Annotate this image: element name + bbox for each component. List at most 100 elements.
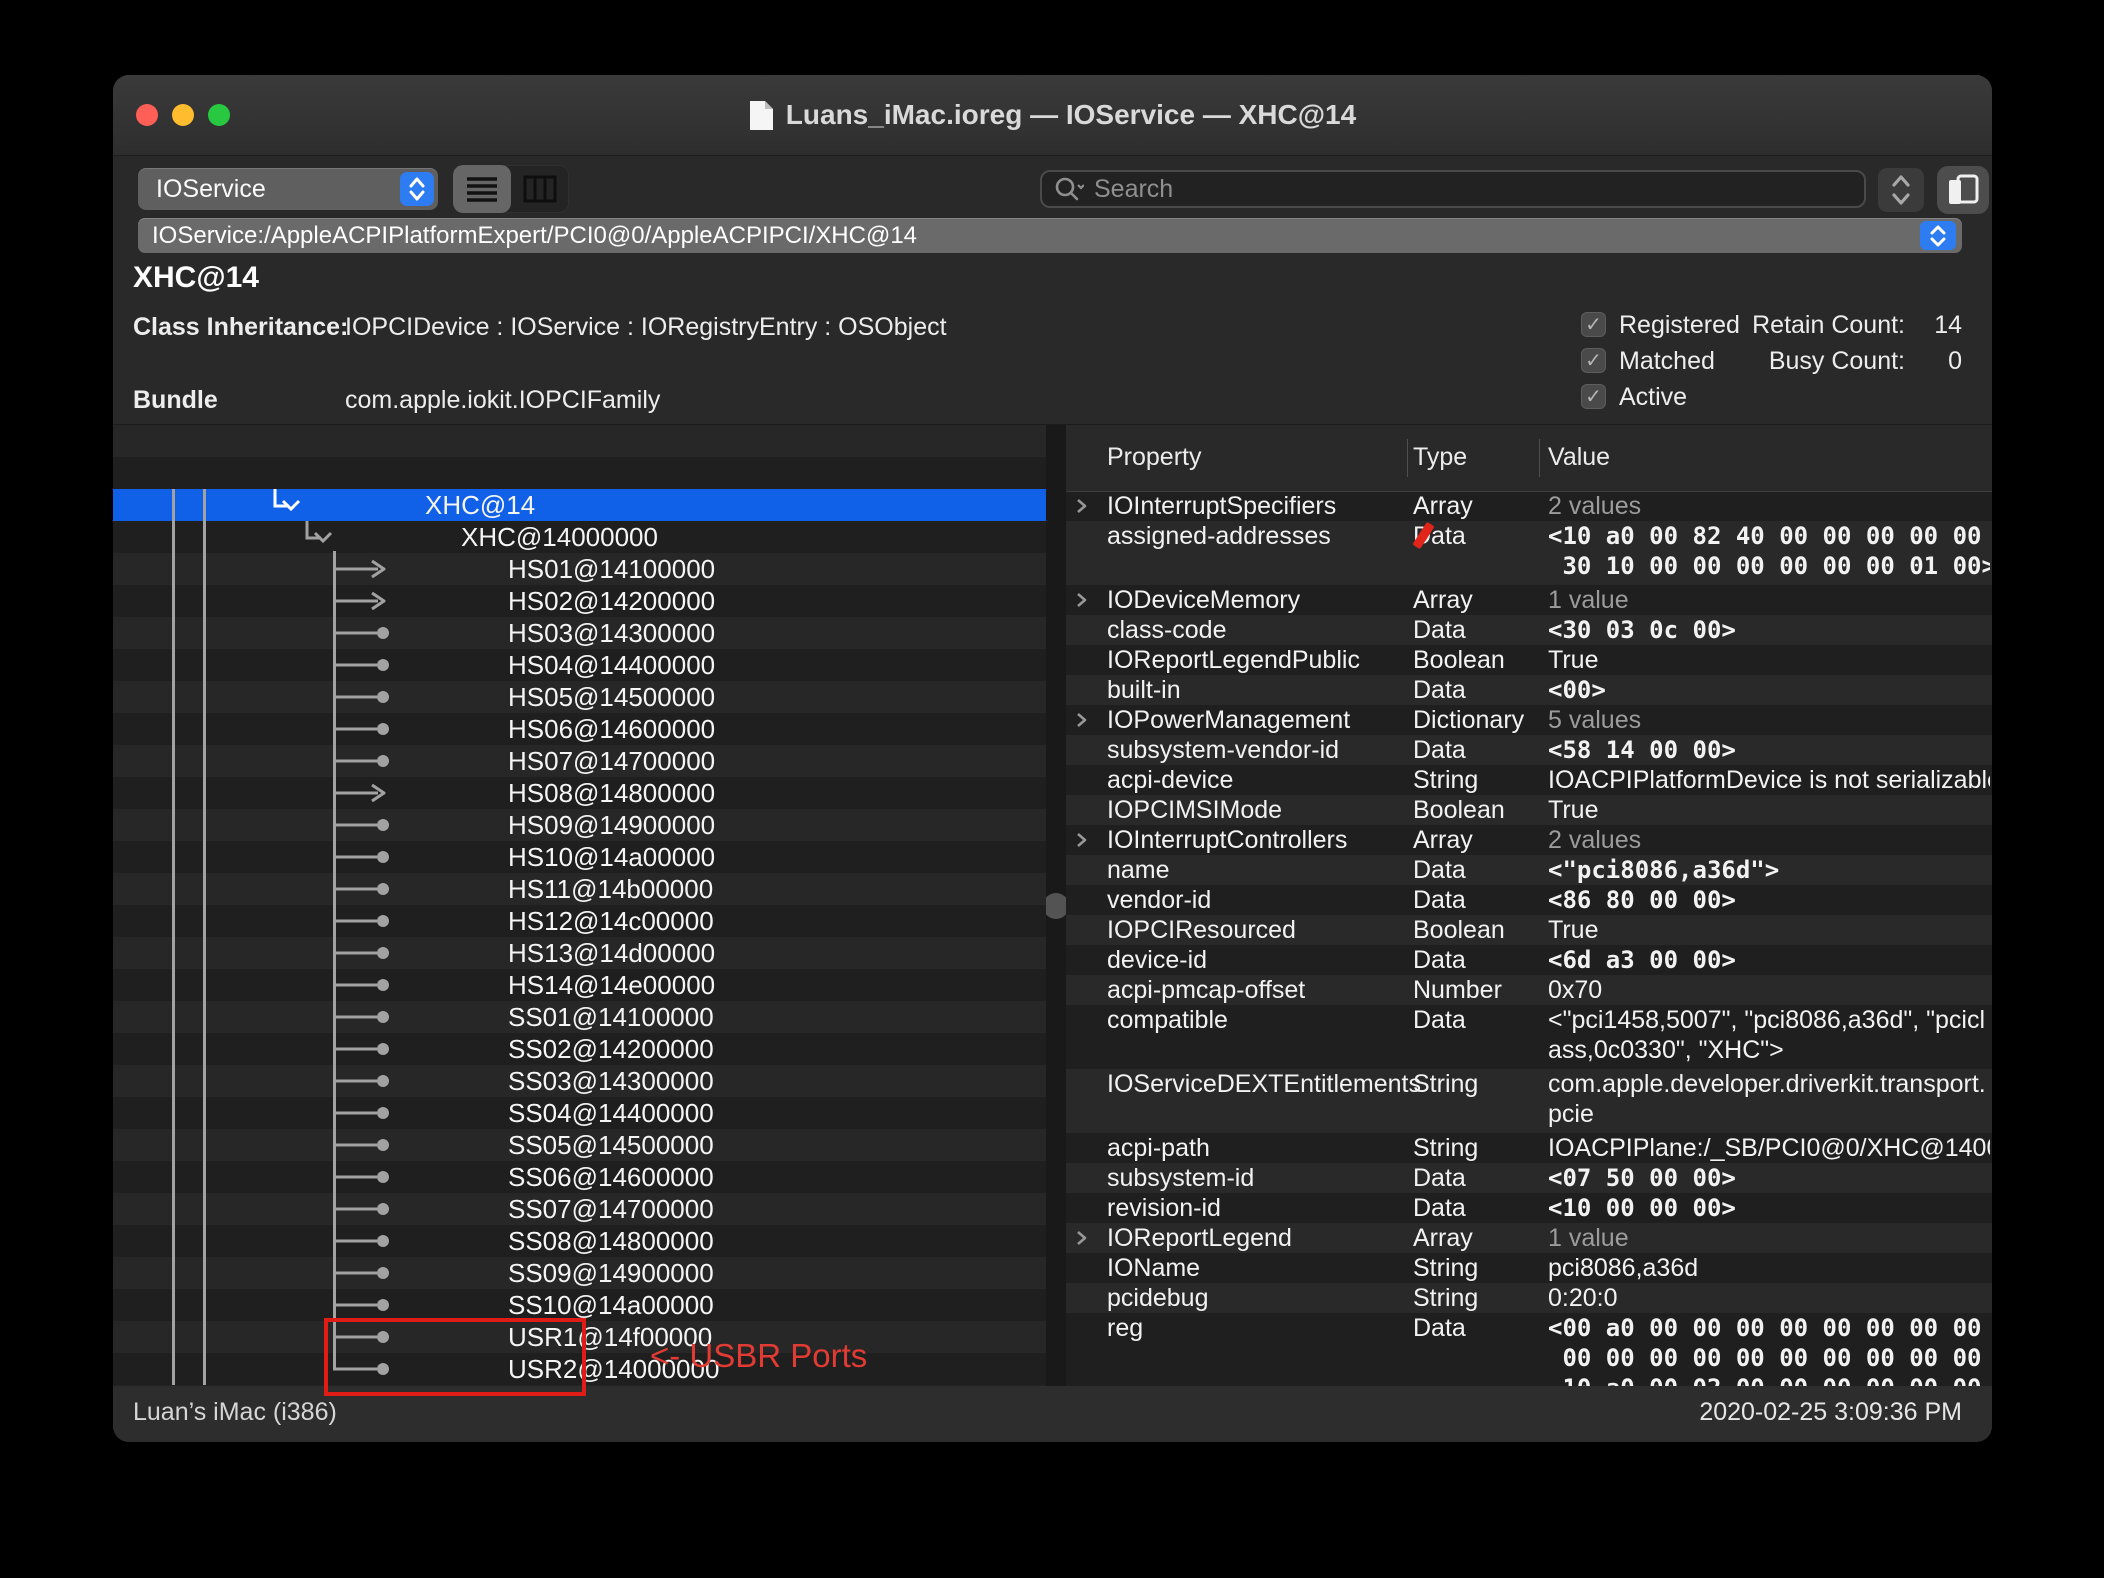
property-type: Array [1413,491,1473,521]
property-row-pcidebug[interactable]: pcidebugString0:20:0 [1066,1283,1992,1313]
property-value-line: True [1548,915,1990,945]
property-name: revision-id [1107,1193,1221,1223]
tree-node-label: SS08@14800000 [508,1225,714,1257]
property-row-ioreportlegend[interactable]: IOReportLegendArray1 value [1066,1223,1992,1253]
property-value-line: 0:20:0 [1548,1283,1990,1313]
checkmark-icon: ✓ [1585,314,1602,336]
property-value-line: <6d a3 00 00> [1548,945,1990,975]
checkmark-icon: ✓ [1585,386,1602,408]
property-row-iopcimsimode[interactable]: IOPCIMSIModeBooleanTrue [1066,795,1992,825]
list-view-button[interactable] [453,165,511,213]
matched-checkbox[interactable]: ✓ [1581,348,1606,373]
tree-node-label: HS12@14c00000 [508,905,714,937]
tree-row-hs02@14200000[interactable]: HS02@14200000 [113,585,1046,617]
tree-row-ss05@14500000[interactable]: SS05@14500000 [113,1129,1046,1161]
history-stepper[interactable] [1878,168,1924,212]
property-value-line: 0x70 [1548,975,1990,1005]
property-row-iopowermanagement[interactable]: IOPowerManagementDictionary5 values [1066,705,1992,735]
property-table: IOInterruptSpecifiersArray2 valuesassign… [1066,425,1992,1387]
property-row-iointerruptspecifiers[interactable]: IOInterruptSpecifiersArray2 values [1066,491,1992,521]
tree-row-ss06@14600000[interactable]: SS06@14600000 [113,1161,1046,1193]
property-row-assigned-addresses[interactable]: assigned-addressesData<10 a0 00 82 40 00… [1066,521,1992,585]
property-row-compatible[interactable]: compatibleData<"pci1458,5007", "pci8086,… [1066,1005,1992,1069]
tree-row-hs07@14700000[interactable]: HS07@14700000 [113,745,1046,777]
tree-row-ss01@14100000[interactable]: SS01@14100000 [113,1001,1046,1033]
tree-row-hs03@14300000[interactable]: HS03@14300000 [113,617,1046,649]
tree-row-hs05@14500000[interactable]: HS05@14500000 [113,681,1046,713]
retain-count-value: 14 [1913,312,1962,339]
tree-row-hs11@14b00000[interactable]: HS11@14b00000 [113,873,1046,905]
property-row-ioservicedextentitlements[interactable]: IOServiceDEXTEntitlementsStringcom.apple… [1066,1069,1992,1133]
tree-row-hs08@14800000[interactable]: HS08@14800000 [113,777,1046,809]
registered-checkbox[interactable]: ✓ [1581,312,1606,337]
pane-splitter[interactable] [1046,425,1066,1387]
search-input[interactable]: Search [1040,170,1866,208]
property-row-acpi-device[interactable]: acpi-deviceStringIOACPIPlatformDevice is… [1066,765,1992,795]
tree-row-hs12@14c00000[interactable]: HS12@14c00000 [113,905,1046,937]
property-row-built-in[interactable]: built-inData<00> [1066,675,1992,705]
tree-node-label: SS04@14400000 [508,1097,714,1129]
property-row-name[interactable]: nameData<"pci8086,a36d"> [1066,855,1992,885]
property-row-iointerruptcontrollers[interactable]: IOInterruptControllersArray2 values [1066,825,1992,855]
property-row-device-id[interactable]: device-idData<6d a3 00 00> [1066,945,1992,975]
tree-row-ss09@14900000[interactable]: SS09@14900000 [113,1257,1046,1289]
column-header-property[interactable]: Property [1107,443,1201,472]
property-row-vendor-id[interactable]: vendor-idData<86 80 00 00> [1066,885,1992,915]
tree-row-hs01@14100000[interactable]: HS01@14100000 [113,553,1046,585]
tree-row-ss02@14200000[interactable]: SS02@14200000 [113,1033,1046,1065]
inspector-toggle-button[interactable] [1937,166,1989,214]
leaf-connector-icon [333,809,399,841]
property-name: IOPowerManagement [1107,705,1350,735]
plane-selector-popup[interactable]: IOService [138,168,438,210]
property-value-line: 2 values [1548,491,1990,521]
main-split-view: XHC@14XHC@14000000HS01@14100000HS02@1420… [113,424,1992,1387]
tree-row-xhc@14000000[interactable]: XHC@14000000 [113,521,1046,553]
property-row-ioname[interactable]: IONameStringpci8086,a36d [1066,1253,1992,1283]
tree-row-hs14@14e00000[interactable]: HS14@14e00000 [113,969,1046,1001]
tree-row-ss04@14400000[interactable]: SS04@14400000 [113,1097,1046,1129]
property-value: <86 80 00 00> [1548,885,1990,915]
tree-row-xhc@14[interactable]: XHC@14 [113,489,1046,521]
column-view-button[interactable] [511,165,569,213]
path-bar[interactable]: IOService:/AppleACPIPlatformExpert/PCI0@… [138,218,1962,253]
tree-row-hs06@14600000[interactable]: HS06@14600000 [113,713,1046,745]
property-row-reg[interactable]: regData<00 a0 00 00 00 00 00 00 00 00 00… [1066,1313,1992,1387]
property-name: IOServiceDEXTEntitlements [1107,1069,1421,1099]
tree-row-hs10@14a00000[interactable]: HS10@14a00000 [113,841,1046,873]
tree-node-label: SS03@14300000 [508,1065,714,1097]
property-row-iopciresourced[interactable]: IOPCIResourcedBooleanTrue [1066,915,1992,945]
property-row-subsystem-vendor-id[interactable]: subsystem-vendor-idData<58 14 00 00> [1066,735,1992,765]
property-row-iodevicememory[interactable]: IODeviceMemoryArray1 value [1066,585,1992,615]
column-header-value[interactable]: Value [1548,443,1610,472]
title-bar[interactable]: Luans_iMac.ioreg — IOService — XHC@14 [113,75,1992,156]
property-row-ioreportlegendpublic[interactable]: IOReportLegendPublicBooleanTrue [1066,645,1992,675]
property-name: reg [1107,1313,1143,1343]
column-header-type[interactable]: Type [1413,443,1467,472]
leaf-connector-icon [333,905,399,937]
tree-row-ss08@14800000[interactable]: SS08@14800000 [113,1225,1046,1257]
active-label: Active [1619,384,1687,411]
column-separator[interactable] [1407,439,1408,477]
tree-row-ss10@14a00000[interactable]: SS10@14a00000 [113,1289,1046,1321]
tree-node-label: XHC@14000000 [461,521,658,553]
property-name: compatible [1107,1005,1228,1035]
tree-row-hs13@14d00000[interactable]: HS13@14d00000 [113,937,1046,969]
tree-guide-line [172,489,175,1385]
active-checkbox[interactable]: ✓ [1581,384,1606,409]
tree-row-ss03@14300000[interactable]: SS03@14300000 [113,1065,1046,1097]
leaf-connector-icon [333,1033,399,1065]
property-row-revision-id[interactable]: revision-idData<10 00 00 00> [1066,1193,1992,1223]
property-row-acpi-path[interactable]: acpi-pathStringIOACPIPlane:/_SB/PCI0@0/X… [1066,1133,1992,1163]
column-separator[interactable] [1539,439,1540,477]
property-row-class-code[interactable]: class-codeData<30 03 0c 00> [1066,615,1992,645]
tree-node-label: SS06@14600000 [508,1161,714,1193]
class-inheritance-label: Class Inheritance: [133,313,348,342]
tree-row-hs09@14900000[interactable]: HS09@14900000 [113,809,1046,841]
path-stepper-icon[interactable] [1920,221,1956,250]
tree-row-hs04@14400000[interactable]: HS04@14400000 [113,649,1046,681]
property-row-acpi-pmcap-offset[interactable]: acpi-pmcap-offsetNumber0x70 [1066,975,1992,1005]
property-row-subsystem-id[interactable]: subsystem-idData<07 50 00 00> [1066,1163,1992,1193]
leaf-connector-icon [333,841,399,873]
tree-node-label: HS13@14d00000 [508,937,715,969]
tree-row-ss07@14700000[interactable]: SS07@14700000 [113,1193,1046,1225]
